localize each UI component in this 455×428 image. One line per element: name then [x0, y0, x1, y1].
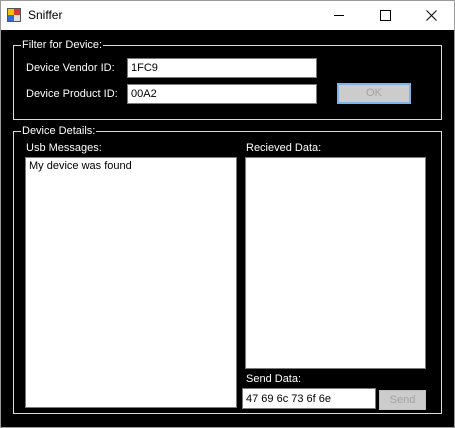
- usb-messages-listbox[interactable]: My device was found: [25, 157, 237, 408]
- product-id-input[interactable]: [127, 84, 317, 104]
- sniffer-window: Sniffer Filter for Device: Device Vendor…: [0, 0, 455, 428]
- product-id-label: Device Product ID:: [26, 88, 118, 100]
- details-group-title: Device Details:: [21, 125, 97, 138]
- send-data-input[interactable]: [242, 388, 376, 409]
- maximize-button[interactable]: [362, 1, 408, 30]
- send-button[interactable]: Send: [379, 390, 426, 410]
- ok-button[interactable]: OK: [337, 83, 411, 104]
- vendor-id-label: Device Vendor ID:: [26, 62, 115, 74]
- received-data-label: Recieved Data:: [246, 142, 322, 154]
- minimize-icon: [334, 15, 344, 16]
- filter-group-title: Filter for Device:: [21, 39, 104, 52]
- client-area: Filter for Device: Device Vendor ID: Dev…: [1, 30, 454, 427]
- maximize-icon: [380, 10, 391, 21]
- send-data-label: Send Data:: [246, 373, 302, 385]
- minimize-button[interactable]: [316, 1, 362, 30]
- list-item[interactable]: My device was found: [29, 160, 233, 173]
- vendor-id-input[interactable]: [127, 58, 317, 78]
- received-data-listbox[interactable]: [245, 157, 426, 369]
- window-title: Sniffer: [28, 8, 63, 22]
- sniffer-app-icon: [7, 8, 21, 22]
- close-button[interactable]: [408, 1, 454, 30]
- close-icon: [426, 10, 437, 21]
- title-bar[interactable]: Sniffer: [1, 1, 454, 30]
- usb-messages-label: Usb Messages:: [26, 142, 102, 154]
